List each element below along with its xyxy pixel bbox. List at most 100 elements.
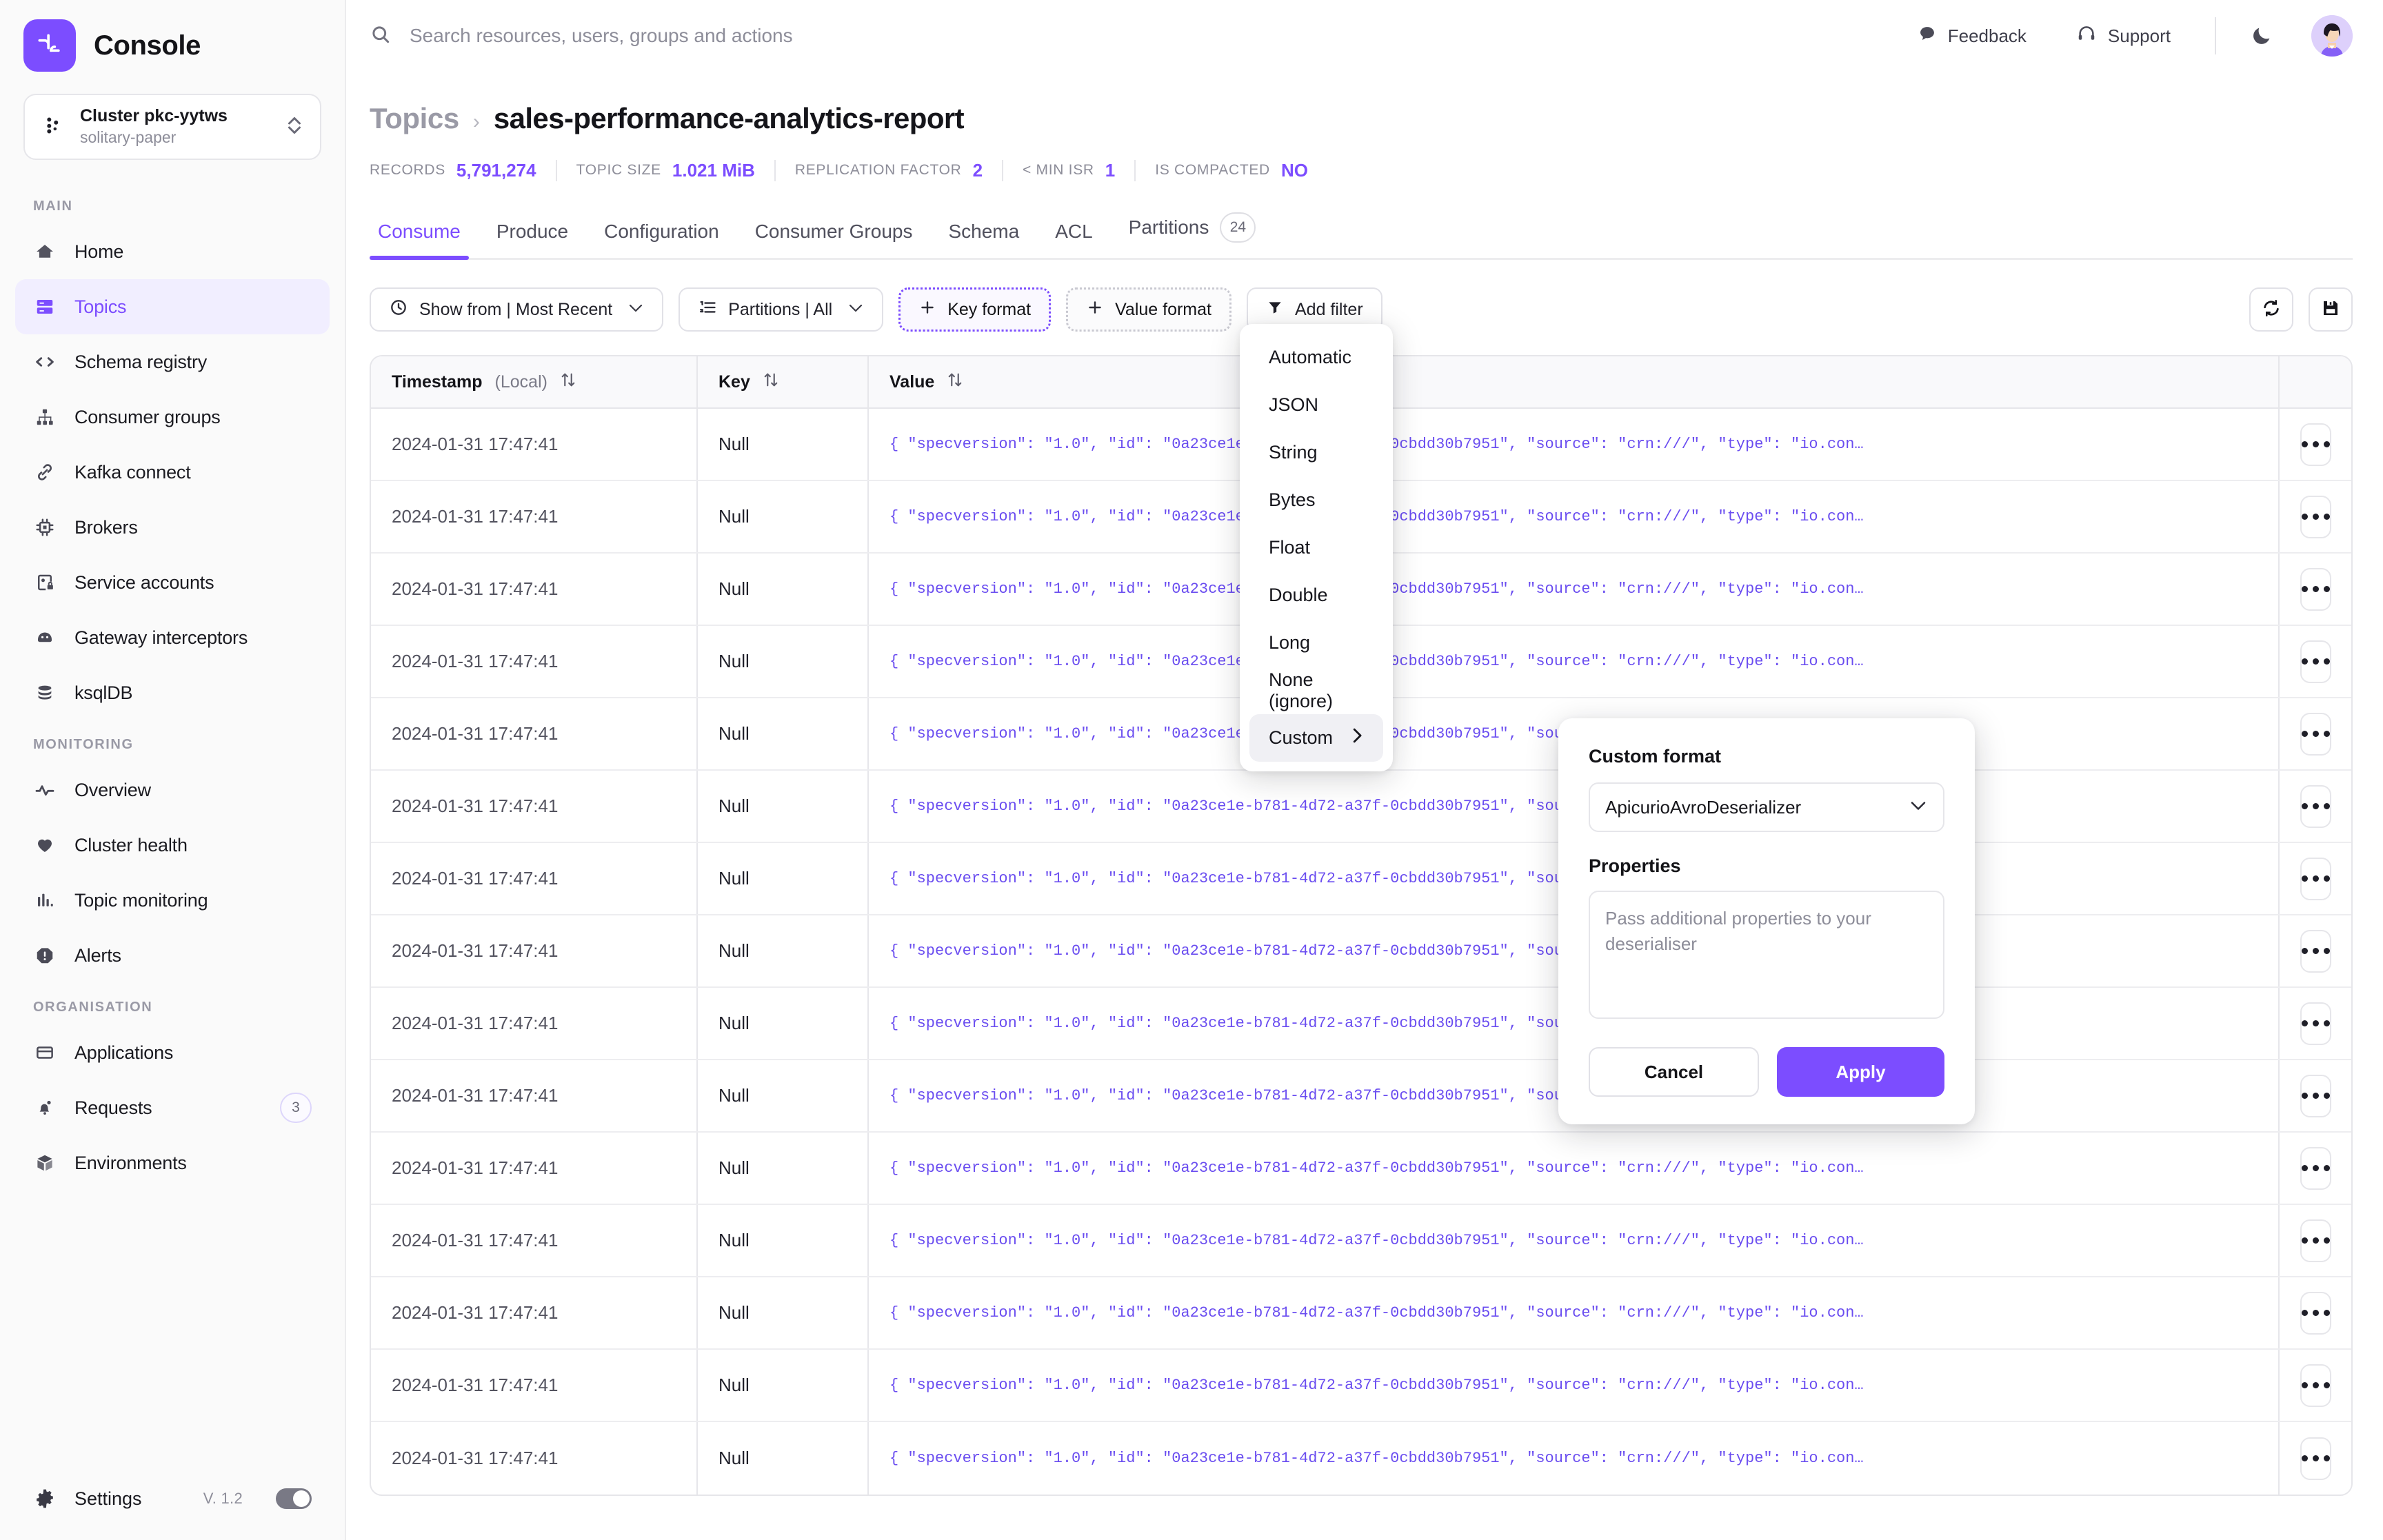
cancel-button[interactable]: Cancel — [1589, 1047, 1759, 1097]
tab-produce[interactable]: Produce — [479, 221, 586, 258]
sidebar-item-requests[interactable]: Requests 3 — [15, 1080, 330, 1135]
tab-schema[interactable]: Schema — [930, 221, 1037, 258]
search-input[interactable] — [410, 25, 892, 47]
cluster-selector[interactable]: Cluster pkc-yytws solitary-paper — [23, 94, 321, 160]
partitions-filter-button[interactable]: Partitions | All — [678, 287, 884, 332]
sort-updown-icon[interactable] — [560, 371, 576, 394]
ellipsis-icon[interactable] — [2300, 495, 2331, 538]
menu-item-automatic[interactable]: Automatic — [1249, 334, 1383, 381]
table-row[interactable]: 2024-01-31 17:47:41 Null{ "specversion": … — [371, 1350, 2351, 1422]
menu-item-custom[interactable]: Custom — [1249, 714, 1383, 762]
ellipsis-icon[interactable] — [2300, 640, 2331, 683]
sidebar-item-environments[interactable]: Environments — [15, 1135, 330, 1191]
topic-tabs: Consume Produce Configuration Consumer G… — [370, 212, 2353, 260]
key-format-button[interactable]: Key format — [898, 287, 1052, 332]
breadcrumb-root[interactable]: Topics — [370, 102, 459, 135]
ellipsis-icon[interactable] — [2300, 1437, 2331, 1480]
menu-item-string[interactable]: String — [1249, 429, 1383, 476]
tab-consume[interactable]: Consume — [370, 221, 479, 260]
tab-consumer-groups[interactable]: Consumer Groups — [737, 221, 931, 258]
sidebar-item-topic-monitoring[interactable]: Topic monitoring — [15, 873, 330, 928]
global-search[interactable] — [370, 23, 1886, 49]
ellipsis-icon[interactable] — [2300, 1219, 2331, 1262]
table-row[interactable]: 2024-01-31 17:47:41 Null{ "specversion": … — [371, 1422, 2351, 1495]
ellipsis-icon[interactable] — [2300, 567, 2331, 611]
ellipsis-icon[interactable] — [2300, 1291, 2331, 1335]
sidebar-item-alerts[interactable]: Alerts — [15, 928, 330, 983]
sidebar-item-overview[interactable]: Overview — [15, 762, 330, 818]
ellipsis-icon[interactable] — [2300, 1002, 2331, 1045]
ellipsis-icon[interactable] — [2300, 1074, 2331, 1117]
save-button[interactable] — [2309, 287, 2353, 332]
support-button[interactable]: Support — [2058, 23, 2189, 49]
meta-value: 1.021 MiB — [672, 159, 755, 181]
sidebar-item-kafka-connect[interactable]: Kafka connect — [15, 445, 330, 500]
tab-acl[interactable]: ACL — [1037, 221, 1110, 258]
column-header-value[interactable]: Value — [867, 356, 2278, 407]
cell-timestamp: 2024-01-31 17:47:41 — [371, 1060, 696, 1131]
user-avatar[interactable] — [2311, 15, 2353, 57]
settings-label[interactable]: Settings — [74, 1488, 142, 1510]
sidebar-item-consumer-groups[interactable]: Consumer groups — [15, 389, 330, 445]
deserializer-select[interactable]: ApicurioAvroDeserializer — [1589, 782, 1944, 832]
main-area: Feedback Support — [346, 0, 2383, 1540]
timestamp-value: 2024-01-31 17:47:41 — [392, 651, 559, 671]
show-from-button[interactable]: Show from | Most Recent — [370, 287, 664, 332]
column-header-timestamp[interactable]: Timestamp (Local) — [371, 356, 696, 407]
funnel-icon — [1266, 298, 1284, 321]
cell-key: Null — [696, 1277, 867, 1348]
cell-value: { "specversion": "1.0", "id": "0a23ce1e-… — [867, 1277, 2278, 1348]
meta-key: IS COMPACTED — [1155, 162, 1270, 178]
sidebar-nav: MAIN Home Topics Schema registry Consume… — [0, 182, 345, 1457]
gear-icon[interactable] — [33, 1487, 57, 1510]
menu-item-bytes[interactable]: Bytes — [1249, 476, 1383, 524]
value-format-button[interactable]: Value format — [1066, 287, 1231, 332]
sort-updown-icon[interactable] — [763, 371, 779, 394]
sidebar-item-ksqldb[interactable]: ksqlDB — [15, 665, 330, 720]
ellipsis-icon[interactable] — [2300, 423, 2331, 466]
sidebar-item-schema-registry[interactable]: Schema registry — [15, 334, 330, 389]
ellipsis-icon[interactable] — [2300, 784, 2331, 828]
sidebar-item-service-accounts[interactable]: Service accounts — [15, 555, 330, 610]
tab-partitions[interactable]: Partitions 24 — [1111, 212, 1274, 258]
ellipsis-icon[interactable] — [2300, 712, 2331, 756]
table-row[interactable]: 2024-01-31 17:47:41 Null{ "specversion": … — [371, 1060, 2351, 1133]
menu-item-label: Bytes — [1269, 489, 1316, 510]
column-header-key[interactable]: Key — [696, 356, 867, 407]
feedback-button[interactable]: Feedback — [1900, 24, 2044, 48]
table-row[interactable]: 2024-01-31 17:47:41 Null{ "specversion": … — [371, 1277, 2351, 1350]
timestamp-value: 2024-01-31 17:47:41 — [392, 796, 559, 816]
refresh-button[interactable] — [2249, 287, 2293, 332]
brand[interactable]: Console — [0, 0, 345, 74]
ellipsis-icon[interactable] — [2300, 1146, 2331, 1190]
sidebar-item-brokers[interactable]: Brokers — [15, 500, 330, 555]
apply-button[interactable]: Apply — [1777, 1047, 1944, 1097]
menu-item-double[interactable]: Double — [1249, 571, 1383, 619]
ellipsis-icon[interactable] — [2300, 929, 2331, 973]
sidebar-item-home[interactable]: Home — [15, 224, 330, 279]
menu-item-float[interactable]: Float — [1249, 524, 1383, 571]
sort-updown-icon[interactable] — [947, 371, 963, 394]
table-row[interactable]: 2024-01-31 17:47:41 Null{ "specversion": … — [371, 843, 2351, 915]
tab-configuration[interactable]: Configuration — [586, 221, 737, 258]
chevron-down-icon — [1909, 798, 1928, 816]
table-row[interactable]: 2024-01-31 17:47:41 Null{ "specversion": … — [371, 1133, 2351, 1205]
table-row[interactable]: 2024-01-31 17:47:41 Null{ "specversion": … — [371, 771, 2351, 843]
ellipsis-icon[interactable] — [2300, 1364, 2331, 1407]
properties-textarea[interactable] — [1589, 891, 1944, 1019]
menu-item-json[interactable]: JSON — [1249, 381, 1383, 429]
menu-item-none-ignore[interactable]: None (ignore) — [1249, 667, 1383, 714]
sidebar-item-applications[interactable]: Applications — [15, 1025, 330, 1080]
sidebar-item-gateway-interceptors[interactable]: Gateway interceptors — [15, 610, 330, 665]
table-row[interactable]: 2024-01-31 17:47:41 Null{ "specversion": … — [371, 915, 2351, 988]
moon-icon[interactable] — [2242, 17, 2281, 55]
tab-label: Produce — [496, 221, 569, 242]
home-icon — [33, 240, 57, 263]
table-row[interactable]: 2024-01-31 17:47:41 Null{ "specversion": … — [371, 988, 2351, 1060]
menu-item-long[interactable]: Long — [1249, 619, 1383, 667]
table-row[interactable]: 2024-01-31 17:47:41 Null{ "specversion": … — [371, 1205, 2351, 1277]
sidebar-item-topics[interactable]: Topics — [15, 279, 330, 334]
ellipsis-icon[interactable] — [2300, 857, 2331, 900]
theme-toggle[interactable] — [276, 1488, 312, 1509]
sidebar-item-cluster-health[interactable]: Cluster health — [15, 818, 330, 873]
